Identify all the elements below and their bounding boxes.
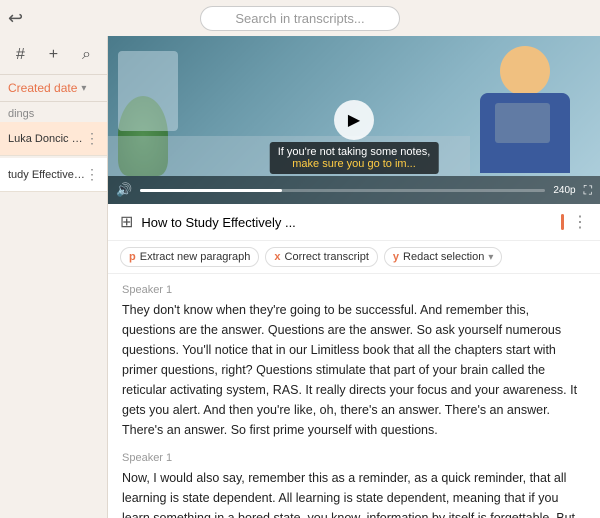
extract-prefix: p: [129, 251, 136, 263]
video-container[interactable]: ▶ If you're not taking some notes,make s…: [108, 36, 600, 204]
content-area: ▶ If you're not taking some notes,make s…: [108, 36, 600, 518]
sidebar-item-label-1: Luka Doncic N...: [8, 133, 85, 145]
sidebar-item-menu-1[interactable]: ⋮: [85, 130, 99, 147]
video-caption: If you're not taking some notes,make sur…: [270, 142, 439, 174]
sidebar-item-1[interactable]: Luka Doncic N... ⋮: [0, 122, 107, 156]
redact-selection-button[interactable]: y Redact selection ▾: [384, 247, 502, 267]
transcript-icon: ⊞: [120, 212, 133, 232]
filter-label: Created date: [8, 81, 77, 95]
sidebar-section-label: dings: [0, 102, 107, 122]
video-caption-line1: If you're not taking some notes,make sur…: [278, 146, 431, 170]
sidebar-items: Luka Doncic N... ⋮ tudy Effectively ... …: [0, 122, 107, 518]
transcript-section: ⊞ How to Study Effectively ... ⋮ p Extra…: [108, 204, 600, 518]
sidebar: # + ⌕ Created date ▾ dings Luka Doncic N…: [0, 36, 108, 518]
add-icon[interactable]: +: [45, 44, 62, 66]
redact-arrow-icon: ▾: [488, 252, 493, 263]
person-head: [500, 46, 550, 96]
transcript-header: ⊞ How to Study Effectively ... ⋮: [108, 204, 600, 241]
transcript-menu-button[interactable]: ⋮: [572, 212, 588, 232]
video-controls: 🔊 240p ⛶: [108, 176, 600, 204]
fullscreen-icon[interactable]: ⛶: [584, 183, 592, 198]
video-progress-fill: [140, 189, 282, 192]
transcript-text-2: Now, I would also say, remember this as …: [122, 468, 586, 518]
extract-paragraph-button[interactable]: p Extract new paragraph: [120, 247, 259, 267]
action-buttons: p Extract new paragraph x Correct transc…: [108, 241, 600, 274]
transcript-content: Speaker 1 They don't know when they're g…: [108, 274, 600, 518]
bg-lamp: [118, 51, 178, 131]
transcript-title: How to Study Effectively ...: [141, 215, 553, 230]
video-quality-label[interactable]: 240p: [553, 185, 575, 196]
main-layout: # + ⌕ Created date ▾ dings Luka Doncic N…: [0, 36, 600, 518]
correct-prefix: x: [274, 251, 280, 263]
search-icon[interactable]: ⌕: [78, 44, 95, 66]
video-play-button[interactable]: ▶: [334, 100, 374, 140]
sidebar-item-2[interactable]: tudy Effectively ... ⋮: [0, 158, 107, 192]
extract-label: Extract new paragraph: [140, 251, 251, 263]
correct-transcript-button[interactable]: x Correct transcript: [265, 247, 377, 267]
transcript-text-2-part1: Now, I would also say, remember this as …: [122, 471, 580, 518]
transcript-text-1: They don't know when they're going to be…: [122, 300, 586, 440]
sidebar-item-menu-2[interactable]: ⋮: [85, 166, 99, 183]
title-accent-bar: [561, 214, 564, 230]
volume-icon[interactable]: 🔊: [116, 182, 132, 198]
top-bar: ↩ Search in transcripts...: [0, 0, 600, 36]
notes-decoration: [495, 103, 550, 143]
sidebar-icons: # + ⌕: [0, 36, 107, 75]
speaker-label-1: Speaker 1: [122, 284, 586, 296]
correct-label: Correct transcript: [285, 251, 369, 263]
speaker-label-2: Speaker 1: [122, 452, 586, 464]
back-button[interactable]: ↩: [8, 8, 23, 29]
video-person: [470, 41, 580, 179]
video-progress-bar[interactable]: [140, 189, 545, 192]
sidebar-item-label-2: tudy Effectively ...: [8, 169, 85, 181]
search-input[interactable]: Search in transcripts...: [200, 6, 400, 31]
filter-button[interactable]: Created date ▾: [0, 75, 107, 102]
filter-arrow-icon: ▾: [81, 83, 86, 94]
redact-label: Redact selection: [403, 251, 484, 263]
hash-icon[interactable]: #: [12, 44, 29, 66]
redact-prefix: y: [393, 251, 399, 263]
